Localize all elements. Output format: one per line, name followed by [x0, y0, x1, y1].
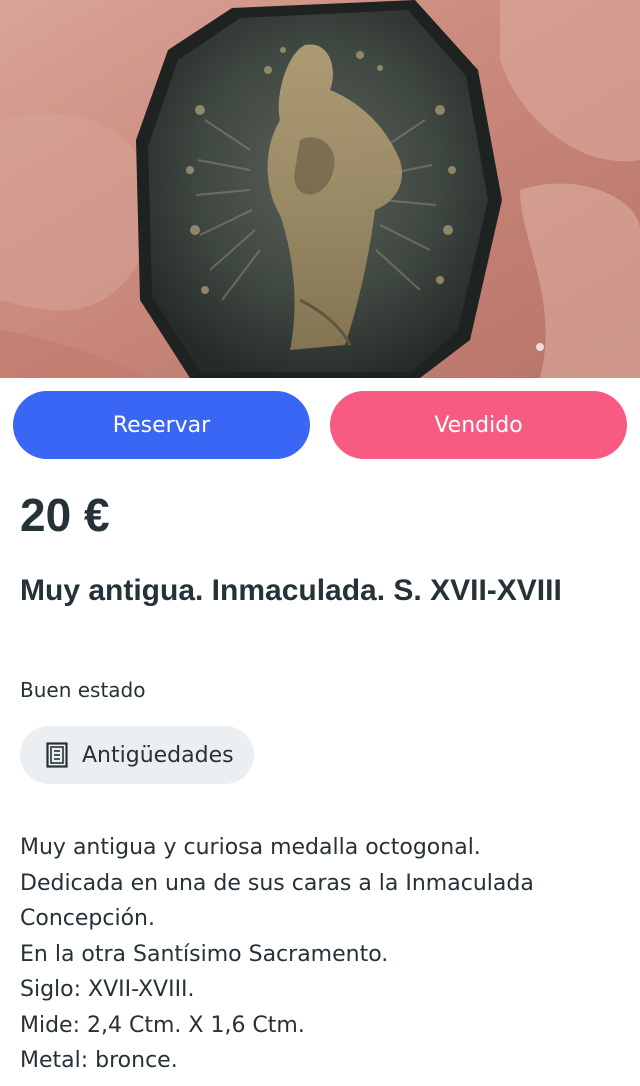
- medal-photo: [0, 0, 640, 378]
- reserve-button[interactable]: Reservar: [13, 391, 310, 459]
- description-line: Mide: 2,4 Ctm. X 1,6 Ctm.: [20, 1012, 305, 1038]
- price: 20 €: [20, 489, 110, 541]
- gallery-dot[interactable]: [536, 343, 544, 351]
- gallery-dots: [536, 343, 544, 351]
- description-line: Metal: bronce.: [20, 1048, 178, 1073]
- product-description: Muy antigua y curiosa medalla octogonal.…: [20, 830, 630, 1079]
- category-label: Antigüedades: [82, 742, 234, 768]
- product-image[interactable]: [0, 0, 640, 378]
- description-line: Dedicada en una de sus caras a la Inmacu…: [20, 870, 534, 896]
- description-line: Siglo: XVII-XVIII.: [20, 977, 195, 1002]
- description-line: Muy antigua y curiosa medalla octogonal.: [20, 835, 481, 860]
- action-bar: Reservar Vendido: [13, 391, 627, 459]
- product-title: Muy antigua. Inmaculada. S. XVII-XVIII: [20, 574, 562, 607]
- category-chip[interactable]: Antigüedades: [20, 726, 254, 784]
- condition-label: Buen estado: [20, 678, 146, 702]
- description-line: En la otra Santísimo Sacramento.: [20, 941, 389, 967]
- description-line: Concepción.: [20, 906, 155, 931]
- antiques-frame-icon: [46, 742, 68, 768]
- sold-button[interactable]: Vendido: [330, 391, 627, 459]
